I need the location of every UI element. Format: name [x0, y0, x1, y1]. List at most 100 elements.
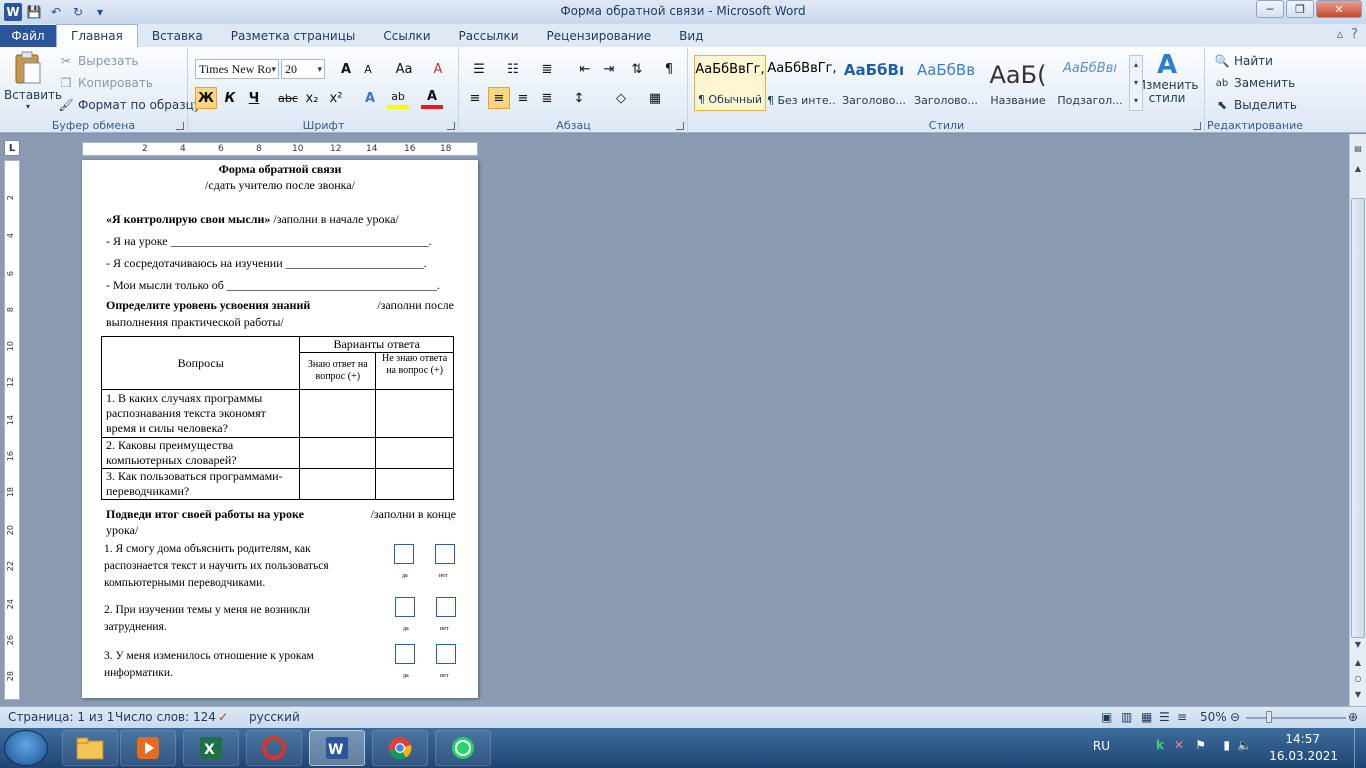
scroll-up-icon[interactable]: ▲ — [1351, 164, 1365, 178]
answer-cell[interactable] — [375, 468, 454, 500]
answer-cell[interactable] — [299, 389, 377, 438]
underline-button[interactable]: Ч — [243, 87, 265, 109]
paste-button[interactable]: Вставить ▾ — [4, 51, 62, 115]
full-screen-view-icon[interactable]: ▥ — [1121, 710, 1132, 724]
browse-object-icon[interactable]: ○ — [1351, 674, 1365, 688]
checkbox-no[interactable] — [436, 644, 456, 664]
grow-font-button[interactable]: A — [335, 58, 357, 80]
proofing-icon[interactable]: ✓ — [218, 710, 228, 724]
vertical-scrollbar[interactable]: ▤ ▲ ▼ ▲ ○ ▼ — [1349, 134, 1366, 706]
style-heading-1[interactable]: АаБбВı Заголово... — [838, 55, 910, 111]
tab-insert[interactable]: Вставка — [138, 25, 217, 47]
change-styles-button[interactable]: A Изменить стили — [1137, 51, 1199, 115]
word-taskbar-icon[interactable]: W — [309, 730, 365, 766]
increase-indent-icon[interactable]: ⇥ — [598, 58, 620, 80]
cut-button[interactable]: ✂ Вырезать — [58, 53, 139, 69]
tab-references[interactable]: Ссылки — [369, 25, 444, 47]
previous-page-icon[interactable]: ▲ — [1351, 658, 1365, 672]
questions-table[interactable]: Вопросы Варианты ответа Знаю ответ на во… — [100, 336, 454, 500]
outline-view-icon[interactable]: ☰ — [1159, 710, 1170, 724]
paragraph-launcher-icon[interactable] — [676, 122, 684, 130]
style-no-spacing[interactable]: АаБбВвГг, ¶ Без инте... — [766, 55, 838, 111]
help-icon[interactable]: ? — [1351, 27, 1358, 42]
keyboard-layout[interactable]: RU — [1093, 739, 1110, 753]
font-family-combo[interactable]: Times New Ro ▾ — [195, 59, 279, 79]
close-button[interactable]: ✕ — [1316, 0, 1362, 18]
whatsapp-taskbar-icon[interactable] — [435, 730, 491, 766]
highlight-button[interactable]: ab — [387, 87, 409, 109]
justify-icon[interactable]: ≣ — [536, 87, 558, 109]
copy-button[interactable]: ❐ Копировать — [58, 75, 153, 91]
text-effects-button[interactable]: A — [359, 87, 381, 109]
answer-cell[interactable] — [299, 437, 377, 469]
font-size-combo[interactable]: 20 ▾ — [281, 59, 325, 79]
format-painter-button[interactable]: 🖌 Формат по образцу — [58, 97, 201, 113]
shading-icon[interactable]: ◇ — [610, 87, 632, 109]
start-button[interactable] — [4, 730, 48, 766]
shrink-font-button[interactable]: A — [357, 58, 379, 80]
action-center-icon[interactable]: ⚑ — [1195, 738, 1206, 752]
strikethrough-button[interactable]: abc — [277, 87, 299, 109]
ruler-toggle-icon[interactable]: ▤ — [1351, 144, 1365, 158]
language-indicator[interactable]: русский — [249, 710, 300, 724]
document-workspace[interactable]: L 2 4 6 8 10 12 14 16 18 2 4 6 8 10 12 1… — [0, 134, 1366, 706]
style-title[interactable]: АаБ( Название — [982, 55, 1054, 111]
tab-file[interactable]: Файл — [0, 25, 56, 47]
italic-button[interactable]: К — [219, 87, 241, 109]
next-page-icon[interactable]: ▼ — [1351, 690, 1365, 704]
show-desktop-button[interactable] — [1354, 728, 1366, 768]
style-heading-2[interactable]: АаБбВв Заголово... — [910, 55, 982, 111]
find-button[interactable]: 🔍 Найти — [1214, 53, 1273, 69]
zoom-slider[interactable] — [1246, 717, 1346, 719]
maximize-button[interactable]: ❐ — [1286, 0, 1314, 18]
zoom-in-icon[interactable]: ⊕ — [1348, 710, 1358, 724]
align-right-icon[interactable]: ≡ — [512, 87, 534, 109]
horizontal-ruler[interactable]: 2 4 6 8 10 12 14 16 18 — [82, 142, 478, 156]
web-layout-view-icon[interactable]: ▦ — [1141, 710, 1152, 724]
font-color-button[interactable]: A — [421, 87, 443, 109]
ccleaner-taskbar-icon[interactable] — [246, 730, 302, 766]
minimize-button[interactable]: ─ — [1256, 0, 1284, 18]
numbering-icon[interactable]: ☷ — [502, 58, 524, 80]
tab-review[interactable]: Рецензирование — [533, 25, 666, 47]
checkbox-yes[interactable] — [395, 597, 415, 617]
select-button[interactable]: ⬉ Выделить — [1214, 97, 1297, 113]
word-app-icon[interactable]: W — [4, 3, 22, 21]
checkbox-no[interactable] — [435, 544, 455, 564]
checkbox-yes[interactable] — [395, 644, 415, 664]
explorer-taskbar-icon[interactable] — [62, 730, 118, 766]
styles-launcher-icon[interactable] — [1193, 122, 1201, 130]
volume-icon[interactable]: 🔈 — [1237, 738, 1252, 752]
clock-date[interactable]: 16.03.2021 — [1269, 749, 1338, 763]
clipboard-launcher-icon[interactable] — [176, 122, 184, 130]
print-layout-view-icon[interactable]: ▣ — [1101, 710, 1112, 724]
page-indicator[interactable]: Страница: 1 из 1 — [8, 710, 114, 724]
bold-button[interactable]: Ж — [195, 87, 217, 109]
kaspersky-tray-icon[interactable]: k — [1156, 738, 1164, 752]
line-spacing-icon[interactable]: ↕ — [568, 87, 590, 109]
show-formatting-button[interactable]: ¶ — [658, 58, 680, 80]
tab-home[interactable]: Главная — [56, 24, 138, 47]
tab-page-layout[interactable]: Разметка страницы — [217, 25, 370, 47]
scroll-down-icon[interactable]: ▼ — [1351, 640, 1365, 654]
checkbox-no[interactable] — [436, 597, 456, 617]
clock-time[interactable]: 14:57 — [1285, 732, 1320, 746]
tab-view[interactable]: Вид — [665, 25, 717, 47]
style-normal[interactable]: АаБбВвГг, ¶ Обычный — [694, 55, 766, 111]
media-player-taskbar-icon[interactable] — [120, 730, 176, 766]
excel-taskbar-icon[interactable]: X — [183, 730, 239, 766]
tab-selector[interactable]: L — [4, 140, 20, 156]
bullets-icon[interactable]: ☰ — [468, 58, 490, 80]
align-left-icon[interactable]: ≡ — [464, 87, 486, 109]
answer-cell[interactable] — [375, 437, 454, 469]
change-case-button[interactable]: Aa — [389, 58, 419, 80]
sort-icon[interactable]: ⇅ — [626, 58, 648, 80]
scroll-thumb[interactable] — [1351, 198, 1365, 638]
answer-cell[interactable] — [375, 389, 454, 438]
tab-mailings[interactable]: Рассылки — [445, 25, 533, 47]
superscript-button[interactable]: x² — [325, 87, 347, 109]
word-count[interactable]: Число слов: 124 — [115, 710, 216, 724]
clear-formatting-button[interactable]: A — [427, 58, 449, 80]
network-error-icon[interactable]: ✕ — [1174, 738, 1184, 752]
multilevel-list-icon[interactable]: ≣ — [536, 58, 558, 80]
